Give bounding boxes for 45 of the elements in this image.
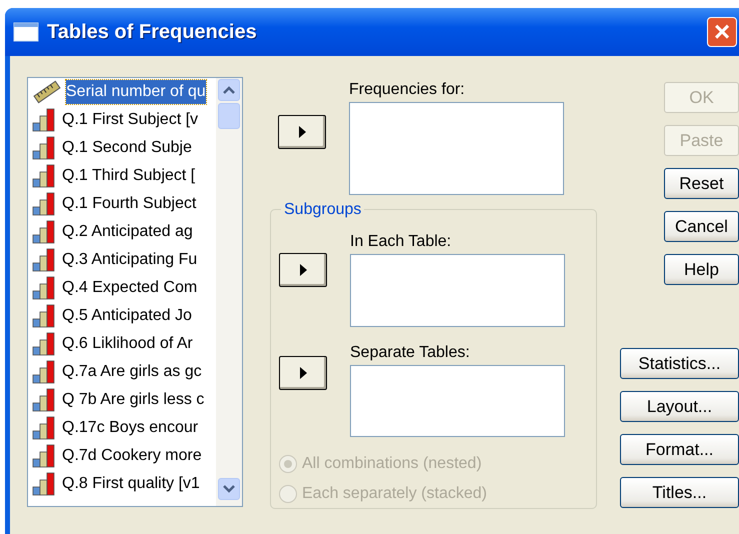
close-button[interactable]: × xyxy=(707,17,737,47)
variable-item[interactable]: Q.1 Second Subje xyxy=(62,136,192,160)
move-button[interactable] xyxy=(279,356,327,390)
dialog-button[interactable]: Reset xyxy=(664,168,739,199)
dialog-button[interactable]: Format... xyxy=(620,434,739,465)
field-label: Separate Tables: xyxy=(350,343,471,363)
right-arrow-icon xyxy=(300,264,306,276)
variable-item[interactable]: Q.1 Fourth Subject xyxy=(62,192,196,216)
in-each-table-list[interactable] xyxy=(350,254,565,327)
down-chevron-icon xyxy=(223,485,235,493)
variable-item[interactable]: Q.4 Expected Com xyxy=(62,276,198,300)
dialog-button[interactable]: Layout... xyxy=(620,391,739,422)
field-label: In Each Table: xyxy=(350,232,452,252)
variable-item[interactable]: Q 7b Are girls less c xyxy=(62,388,204,412)
move-button[interactable] xyxy=(278,115,326,149)
window-title: Tables of Frequencies xyxy=(47,20,257,45)
dialog-button[interactable]: Cancel xyxy=(664,211,739,242)
dialog-button: Paste xyxy=(664,125,739,156)
move-button[interactable] xyxy=(279,253,327,287)
right-arrow-icon xyxy=(298,126,306,138)
right-arrow-icon xyxy=(300,367,306,379)
variable-item[interactable]: Q.7d Cookery more xyxy=(62,444,202,468)
variable-item[interactable]: Q.1 Third Subject [ xyxy=(62,164,196,188)
variable-item[interactable]: Q.1 First Subject [v xyxy=(62,108,198,132)
variable-item[interactable]: Q.2 Anticipated ag xyxy=(62,220,193,244)
dialog-button[interactable]: Titles... xyxy=(620,477,739,508)
window-icon xyxy=(13,22,39,42)
variable-item[interactable]: Q.17c Boys encour xyxy=(62,416,198,440)
variable-item[interactable]: Q.3 Anticipating Fu xyxy=(62,248,198,272)
scroll-thumb[interactable] xyxy=(218,103,240,129)
variable-item[interactable]: Q.5 Anticipated Jo xyxy=(62,304,192,328)
up-chevron-icon xyxy=(223,86,235,94)
dialog-button[interactable]: Statistics... xyxy=(620,348,739,379)
field-label: Frequencies for: xyxy=(349,80,466,100)
scrollbar[interactable] xyxy=(216,78,242,506)
separate-tables-list[interactable] xyxy=(350,365,565,437)
variable-item[interactable]: Serial number of qu xyxy=(66,80,206,104)
variable-item[interactable]: Q.8 First quality [v1 xyxy=(62,472,200,496)
variable-item[interactable]: Q.6 Liklihood of Ar xyxy=(62,332,193,356)
scroll-up-button[interactable] xyxy=(218,79,240,101)
scroll-down-button[interactable] xyxy=(218,478,240,500)
frequencies-list[interactable] xyxy=(349,102,564,195)
variable-item[interactable]: Q.7a Are girls as gc xyxy=(62,360,202,384)
dialog-button: OK xyxy=(664,82,739,113)
dialog-button[interactable]: Help xyxy=(664,254,739,285)
